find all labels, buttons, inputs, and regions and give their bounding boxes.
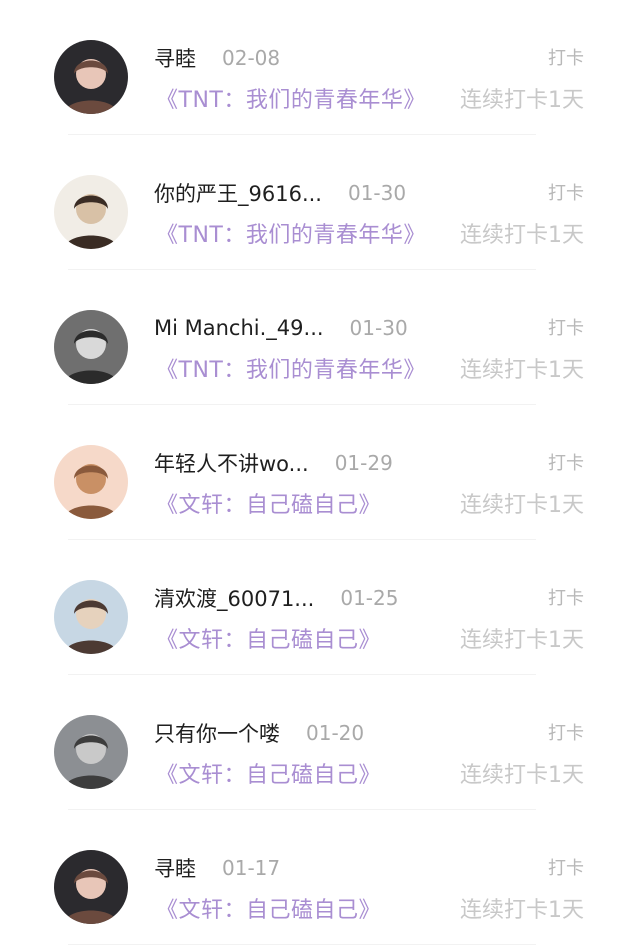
streak-text: 连续打卡1天 [460,763,584,788]
checkin-date: 02-08 [222,46,281,70]
checkin-list: 寻睦 02-08 《TNT：我们的青春年华》 打卡 连续打卡1天 你的严王_96… [0,0,640,945]
checkin-list-item[interactable]: 只有你一个喽 01-20 《文轩：自己磕自己》 打卡 连续打卡1天 [0,675,640,810]
streak-text: 连续打卡1天 [460,493,584,518]
avatar-image [54,40,128,114]
streak-text: 连续打卡1天 [460,898,584,923]
streak-text: 连续打卡1天 [460,358,584,383]
checkin-action-label: 打卡 [548,318,584,339]
avatar[interactable] [54,310,128,384]
checkin-list-item[interactable]: 清欢渡_60071... 01-25 《文轩：自己磕自己》 打卡 连续打卡1天 [0,540,640,675]
topic-link[interactable]: 《文轩：自己磕自己》 [156,622,381,654]
checkin-action-label: 打卡 [548,48,584,69]
checkin-action-label: 打卡 [548,453,584,474]
avatar-image [54,445,128,519]
streak-text: 连续打卡1天 [460,223,584,248]
streak-text: 连续打卡1天 [460,88,584,113]
avatar[interactable] [54,175,128,249]
checkin-date: 01-17 [222,856,281,880]
user-name[interactable]: Mi Manchi._49... [154,316,324,340]
avatar-image [54,580,128,654]
checkin-action-label: 打卡 [548,588,584,609]
checkin-list-item[interactable]: 寻睦 01-17 《文轩：自己磕自己》 打卡 连续打卡1天 [0,810,640,945]
user-name[interactable]: 寻睦 [154,853,196,883]
checkin-date: 01-30 [349,316,408,340]
topic-link[interactable]: 《文轩：自己磕自己》 [156,757,381,789]
checkin-list-item[interactable]: Mi Manchi._49... 01-30 《TNT：我们的青春年华》 打卡 … [0,270,640,405]
avatar[interactable] [54,40,128,114]
checkin-list-item[interactable]: 你的严王_9616... 01-30 《TNT：我们的青春年华》 打卡 连续打卡… [0,135,640,270]
checkin-date: 01-29 [334,451,393,475]
user-name[interactable]: 只有你一个喽 [154,718,280,748]
user-name[interactable]: 寻睦 [154,43,196,73]
avatar[interactable] [54,580,128,654]
topic-link[interactable]: 《TNT：我们的青春年华》 [156,82,426,114]
name-row: 寻睦 01-17 [154,852,280,884]
user-name[interactable]: 你的严王_9616... [154,178,322,208]
avatar-image [54,850,128,924]
avatar-image [54,310,128,384]
name-row: 年轻人不讲wo... 01-29 [154,447,393,479]
avatar[interactable] [54,715,128,789]
checkin-action-label: 打卡 [548,723,584,744]
name-row: 只有你一个喽 01-20 [154,717,364,749]
avatar[interactable] [54,445,128,519]
name-row: Mi Manchi._49... 01-30 [154,312,408,344]
checkin-action-label: 打卡 [548,183,584,204]
avatar-image [54,175,128,249]
avatar[interactable] [54,850,128,924]
streak-text: 连续打卡1天 [460,628,584,653]
user-name[interactable]: 清欢渡_60071... [154,583,314,613]
name-row: 清欢渡_60071... 01-25 [154,582,398,614]
topic-link[interactable]: 《文轩：自己磕自己》 [156,487,381,519]
checkin-date: 01-25 [340,586,399,610]
checkin-list-item[interactable]: 寻睦 02-08 《TNT：我们的青春年华》 打卡 连续打卡1天 [0,0,640,135]
topic-link[interactable]: 《TNT：我们的青春年华》 [156,352,426,384]
name-row: 你的严王_9616... 01-30 [154,177,406,209]
checkin-date: 01-30 [347,181,407,205]
checkin-date: 01-20 [306,721,365,745]
topic-link[interactable]: 《TNT：我们的青春年华》 [156,217,426,249]
name-row: 寻睦 02-08 [154,42,280,74]
checkin-action-label: 打卡 [548,858,584,879]
checkin-list-item[interactable]: 年轻人不讲wo... 01-29 《文轩：自己磕自己》 打卡 连续打卡1天 [0,405,640,540]
user-name[interactable]: 年轻人不讲wo... [154,448,309,478]
avatar-image [54,715,128,789]
topic-link[interactable]: 《文轩：自己磕自己》 [156,892,381,924]
